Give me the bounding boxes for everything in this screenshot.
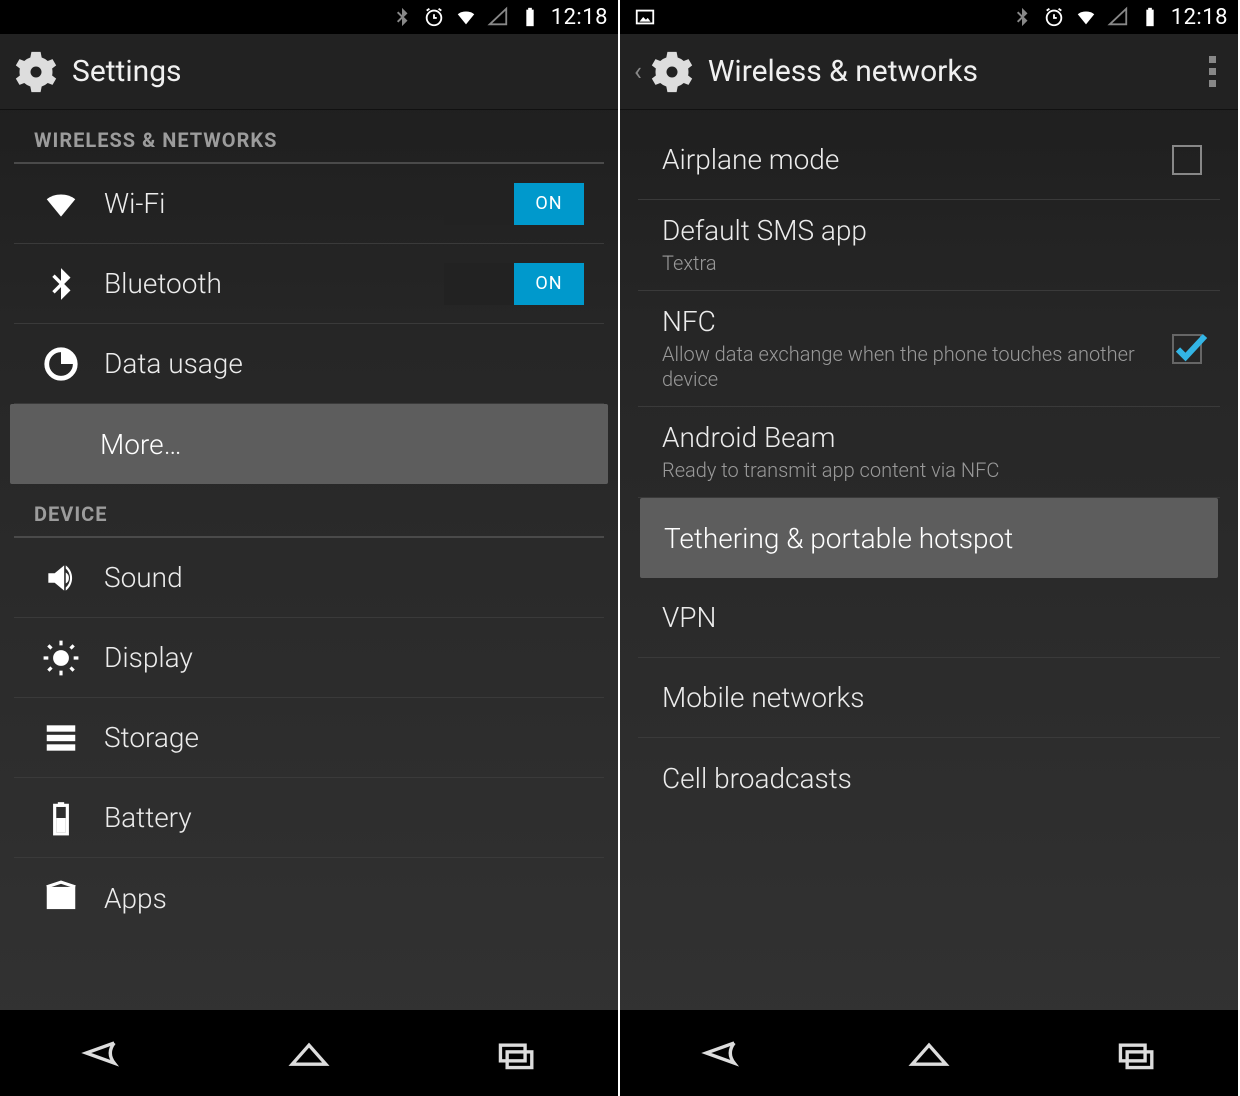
display-row[interactable]: Display [14,618,604,698]
wifi-toggle-state: ON [514,183,584,225]
wifi-status-icon [1075,6,1097,28]
nfc-row[interactable]: NFC Allow data exchange when the phone t… [638,291,1220,407]
battery-label: Battery [104,801,584,834]
settings-gear-icon[interactable] [650,50,694,94]
picture-status-icon [634,6,656,28]
cell-label: Cell broadcasts [662,762,1202,795]
bluetooth-status-icon [1011,6,1033,28]
action-bar: ‹ Wireless & networks [620,34,1238,110]
action-bar: Settings [0,34,618,110]
battery-row[interactable]: Battery [14,778,604,858]
page-title: Wireless & networks [708,54,978,89]
data-usage-row[interactable]: Data usage [14,324,604,404]
nav-recent-button[interactable] [487,1033,543,1073]
vpn-row[interactable]: VPN [638,578,1220,658]
sms-sub: Textra [662,251,1202,276]
section-header-device: DEVICE [14,484,604,538]
sound-label: Sound [104,561,584,594]
sound-row[interactable]: Sound [14,538,604,618]
status-bar: 12:18 [620,0,1238,34]
sound-icon [42,559,80,597]
status-time: 12:18 [551,5,608,30]
bluetooth-icon [42,265,80,303]
storage-label: Storage [104,721,584,754]
back-caret-icon[interactable]: ‹ [634,57,642,87]
bluetooth-row[interactable]: Bluetooth ON [14,244,604,324]
wifi-toggle[interactable]: ON [444,183,584,225]
data-usage-label: Data usage [104,347,584,380]
storage-row[interactable]: Storage [14,698,604,778]
wifi-status-icon [455,6,477,28]
data-usage-icon [42,345,80,383]
nav-home-button[interactable] [901,1033,957,1073]
apps-icon [42,879,80,917]
battery-status-icon [1139,6,1161,28]
android-beam-row[interactable]: Android Beam Ready to transmit app conte… [638,407,1220,498]
wifi-label: Wi-Fi [104,187,444,220]
airplane-mode-row[interactable]: Airplane mode [638,120,1220,200]
nav-bar [0,1010,618,1096]
nav-recent-button[interactable] [1107,1033,1163,1073]
signal-status-icon [1107,6,1129,28]
airplane-label: Airplane mode [662,143,1172,176]
phone-wireless-networks: 12:18 ‹ Wireless & networks Airplane mod… [620,0,1240,1096]
wireless-content: Airplane mode Default SMS app Textra NFC… [620,110,1238,1010]
battery-icon [42,799,80,837]
display-label: Display [104,641,584,674]
more-row[interactable]: More… [10,404,608,484]
tethering-row[interactable]: Tethering & portable hotspot [640,498,1218,578]
nav-home-button[interactable] [281,1033,337,1073]
settings-gear-icon [14,50,58,94]
cell-broadcasts-row[interactable]: Cell broadcasts [638,738,1220,818]
default-sms-row[interactable]: Default SMS app Textra [638,200,1220,291]
overflow-menu-button[interactable] [1201,48,1224,95]
phone-settings-main: 12:18 Settings WIRELESS & NETWORKS Wi-Fi… [0,0,620,1096]
mobile-networks-row[interactable]: Mobile networks [638,658,1220,738]
bluetooth-status-icon [391,6,413,28]
vpn-label: VPN [662,601,1202,634]
beam-label: Android Beam [662,421,1202,454]
nfc-label: NFC [662,305,1172,338]
storage-icon [42,719,80,757]
nav-bar [620,1010,1238,1096]
apps-row[interactable]: Apps [14,858,604,938]
airplane-checkbox[interactable] [1172,145,1202,175]
status-bar: 12:18 [0,0,618,34]
beam-sub: Ready to transmit app content via NFC [662,458,1202,483]
page-title: Settings [72,54,182,89]
nav-back-button[interactable] [695,1033,751,1073]
apps-label: Apps [104,882,584,915]
display-icon [42,639,80,677]
bluetooth-toggle-state: ON [514,263,584,305]
bluetooth-label: Bluetooth [104,267,444,300]
nfc-sub: Allow data exchange when the phone touch… [662,342,1172,392]
tether-label: Tethering & portable hotspot [664,522,1200,555]
mobile-label: Mobile networks [662,681,1202,714]
bluetooth-toggle[interactable]: ON [444,263,584,305]
battery-status-icon [519,6,541,28]
wifi-icon [42,185,80,223]
section-header-wireless: WIRELESS & NETWORKS [14,110,604,164]
sms-label: Default SMS app [662,214,1202,247]
status-time: 12:18 [1171,5,1228,30]
alarm-status-icon [1043,6,1065,28]
settings-content: WIRELESS & NETWORKS Wi-Fi ON Bluetooth O… [0,110,618,1010]
nav-back-button[interactable] [75,1033,131,1073]
alarm-status-icon [423,6,445,28]
more-label: More… [100,428,588,461]
wifi-row[interactable]: Wi-Fi ON [14,164,604,244]
nfc-checkbox[interactable] [1172,334,1202,364]
signal-status-icon [487,6,509,28]
